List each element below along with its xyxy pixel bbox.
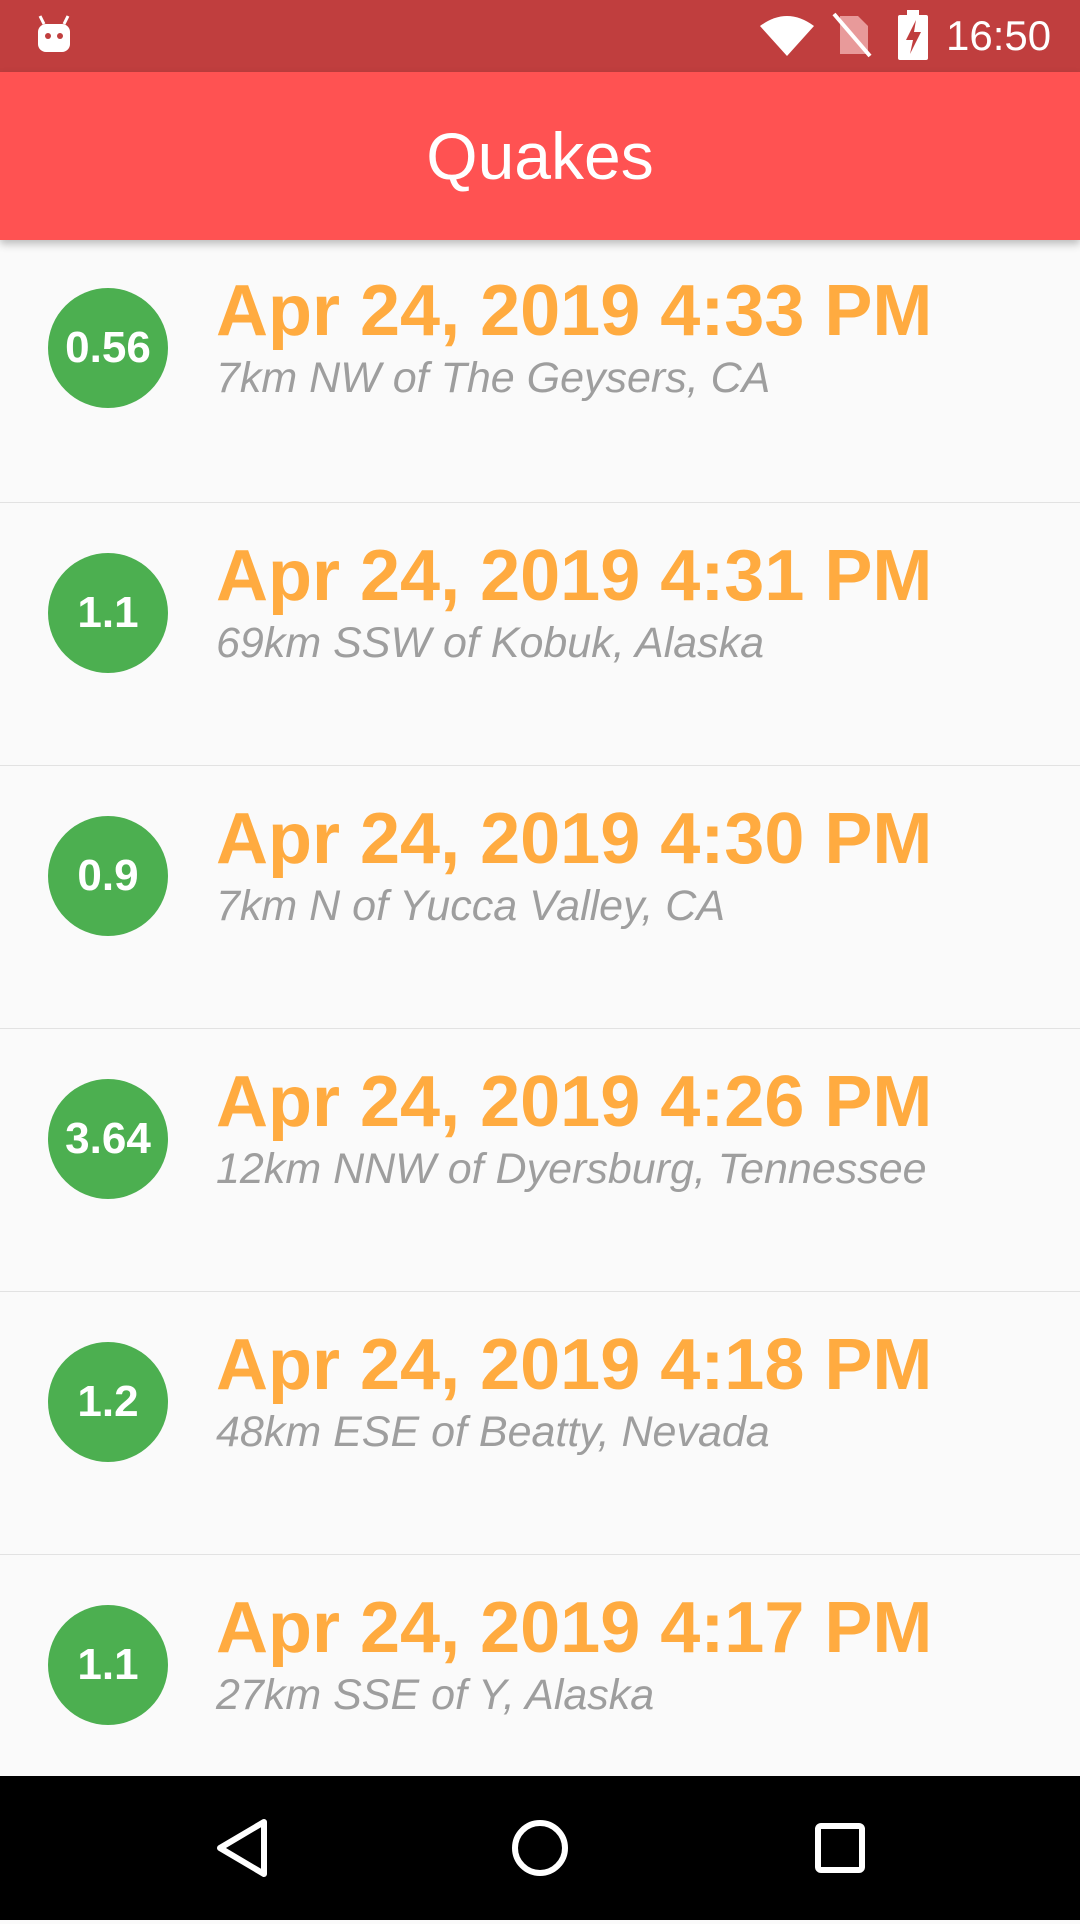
battery-charging-icon	[898, 10, 928, 60]
quake-date: Apr 24, 2019 4:18 PM	[216, 1325, 933, 1405]
magnitude-badge: 1.1	[48, 553, 168, 673]
quake-date: Apr 24, 2019 4:26 PM	[216, 1062, 933, 1142]
no-sim-icon	[832, 12, 872, 58]
recents-icon	[815, 1823, 865, 1873]
app-bar: Quakes	[0, 72, 1080, 240]
list-item[interactable]: 1.2 Apr 24, 2019 4:18 PM 48km ESE of Bea…	[0, 1292, 1080, 1555]
recents-button[interactable]	[768, 1776, 912, 1920]
magnitude-badge: 1.2	[48, 1342, 168, 1462]
home-button[interactable]	[468, 1776, 612, 1920]
magnitude-badge: 0.56	[48, 288, 168, 408]
list-item[interactable]: 1.1 Apr 24, 2019 4:31 PM 69km SSW of Kob…	[0, 503, 1080, 766]
magnitude-badge: 3.64	[48, 1079, 168, 1199]
quake-place: 7km NW of The Geysers, CA	[216, 354, 771, 402]
quake-date: Apr 24, 2019 4:17 PM	[216, 1588, 933, 1668]
quake-place: 27km SSE of Y, Alaska	[216, 1671, 655, 1719]
quake-date: Apr 24, 2019 4:33 PM	[216, 271, 933, 351]
back-button[interactable]	[168, 1776, 312, 1920]
wifi-icon	[760, 16, 814, 56]
navigation-bar	[0, 1776, 1080, 1920]
list-item[interactable]: 3.64 Apr 24, 2019 4:26 PM 12km NNW of Dy…	[0, 1029, 1080, 1292]
status-bar: 16:50	[0, 0, 1080, 72]
home-icon	[512, 1820, 568, 1876]
quake-list[interactable]: 0.56 Apr 24, 2019 4:33 PM 7km NW of The …	[0, 240, 1080, 1776]
app-title: Quakes	[426, 119, 654, 193]
back-icon	[217, 1819, 267, 1877]
quake-place: 48km ESE of Beatty, Nevada	[216, 1408, 770, 1456]
status-clock: 16:50	[946, 12, 1052, 59]
android-debug-icon	[38, 15, 70, 52]
quake-date: Apr 24, 2019 4:30 PM	[216, 799, 933, 879]
list-item[interactable]: 1.1 Apr 24, 2019 4:17 PM 27km SSE of Y, …	[0, 1555, 1080, 1776]
quake-place: 7km N of Yucca Valley, CA	[216, 882, 726, 930]
quake-place: 69km SSW of Kobuk, Alaska	[216, 619, 765, 667]
magnitude-badge: 1.1	[48, 1605, 168, 1725]
list-item[interactable]: 0.56 Apr 24, 2019 4:33 PM 7km NW of The …	[0, 240, 1080, 503]
quake-place: 12km NNW of Dyersburg, Tennessee	[216, 1145, 927, 1193]
quake-date: Apr 24, 2019 4:31 PM	[216, 536, 933, 616]
list-item[interactable]: 0.9 Apr 24, 2019 4:30 PM 7km N of Yucca …	[0, 766, 1080, 1029]
magnitude-badge: 0.9	[48, 816, 168, 936]
